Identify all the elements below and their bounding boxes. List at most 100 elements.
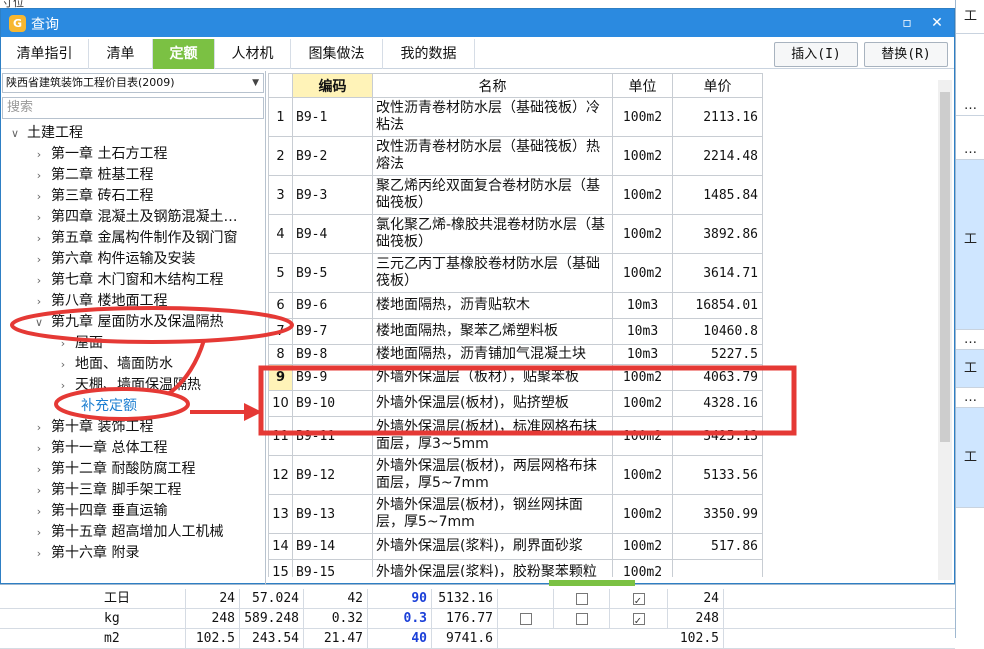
tree-node-chapter[interactable]: › 第十六章 附录 bbox=[33, 543, 140, 564]
table-row[interactable]: 2 B9-2 改性沥青卷材防水层（基础筏板）热熔法 100m2 2214.48 bbox=[268, 136, 763, 176]
tree-node-label: 第五章 金属构件制作及钢门窗 bbox=[51, 230, 238, 246]
chevron-right-icon: › bbox=[36, 232, 42, 245]
table-row-selected[interactable]: 9 B9-9 外墙外保温层（板材），贴聚苯板 100m2 4063.79 bbox=[268, 364, 763, 391]
left-tree-panel: 陕西省建筑装饰工程价目表(2009) ▼ 搜索 ∨ 土建工程 › 第一章 土石方工程… bbox=[1, 71, 266, 585]
table-row[interactable]: 4 B9-4 氯化聚乙烯-橡胶共混卷材防水层（基础筏板） 100m2 3892.86 bbox=[268, 214, 763, 254]
bg-check[interactable] bbox=[554, 589, 610, 609]
bg-cell: 243.54 bbox=[240, 629, 304, 649]
table-row[interactable]: 1 B9-1 改性沥青卷材防水层（基础筏板）冷粘法 100m2 2113.16 bbox=[268, 97, 763, 137]
row-price: 4063.79 bbox=[672, 364, 763, 391]
header-name[interactable]: 名称 bbox=[372, 73, 613, 98]
bg-cell: 24 bbox=[186, 589, 240, 609]
replace-button[interactable]: 替换(R) bbox=[864, 42, 948, 67]
row-code: B9-7 bbox=[292, 318, 373, 345]
tree-node-chapter[interactable]: › 第五章 金属构件制作及钢门窗 bbox=[33, 228, 238, 249]
row-name: 外墙外保温层(板材)，贴挤塑板 bbox=[372, 390, 613, 417]
chevron-right-icon: › bbox=[36, 295, 42, 308]
row-index: 13 bbox=[268, 494, 293, 534]
table-row[interactable]: 5 B9-5 三元乙丙丁基橡胶卷材防水层（基础筏板） 100m2 3614.71 bbox=[268, 253, 763, 293]
row-index: 4 bbox=[268, 214, 293, 254]
tree-node-chapter[interactable]: › 第十四章 垂直运输 bbox=[33, 501, 168, 522]
restore-icon[interactable]: ▫ bbox=[897, 13, 917, 33]
chapter-tree: ∨ 土建工程 › 第一章 土石方工程 › 第二章 桩基工程 › 第三章 砖石工程 › 第四… bbox=[1, 123, 265, 583]
row-index: 15 bbox=[268, 559, 293, 577]
table-row[interactable]: 14 B9-14 外墙外保温层(浆料)，刷界面砂浆 100m2 517.86 bbox=[268, 533, 763, 560]
table-row[interactable]: 15 B9-15 外墙外保温层(浆料)，胶粉聚苯颗粒 100m2 bbox=[268, 559, 763, 577]
tree-node-sub[interactable]: › 屋面 bbox=[57, 333, 103, 354]
tree-node-chapter[interactable]: › 第一章 土石方工程 bbox=[33, 144, 168, 165]
bg-check[interactable] bbox=[498, 589, 554, 609]
tab-atlas-method[interactable]: 图集做法 bbox=[291, 39, 383, 69]
tree-node-chapter[interactable]: › 第十二章 耐酸防腐工程 bbox=[33, 459, 196, 480]
table-row[interactable]: 10 B9-10 外墙外保温层(板材)，贴挤塑板 100m2 4328.16 bbox=[268, 390, 763, 417]
header-code[interactable]: 编码 bbox=[292, 73, 373, 98]
row-unit: 100m2 bbox=[612, 136, 673, 176]
table-row[interactable]: 6 B9-6 楼地面隔热，沥青贴软木 10m3 16854.01 bbox=[268, 292, 763, 319]
table-row[interactable]: 12 B9-12 外墙外保温层(板材)，两层网格布抹面层，厚5~7mm 100m2 51… bbox=[268, 455, 763, 495]
row-price: 3892.86 bbox=[672, 214, 763, 254]
chevron-right-icon: › bbox=[60, 337, 66, 350]
tree-node-chapter[interactable]: › 第十三章 脚手架工程 bbox=[33, 480, 182, 501]
tree-node-chapter[interactable]: › 第四章 混凝土及钢筋混凝土… bbox=[33, 207, 238, 228]
tree-node-sub[interactable]: › 地面、墙面防水 bbox=[57, 354, 173, 375]
tree-node-chapter[interactable]: › 第六章 构件运输及安装 bbox=[33, 249, 196, 270]
tree-node-chapter[interactable]: › 第二章 桩基工程 bbox=[33, 165, 154, 186]
row-unit: 100m2 bbox=[612, 455, 673, 495]
panel-splitter-handle[interactable] bbox=[549, 580, 635, 586]
tab-list[interactable]: 清单 bbox=[89, 39, 153, 69]
row-price: 517.86 bbox=[672, 533, 763, 560]
bg-cell: 248 bbox=[186, 609, 240, 629]
library-select[interactable]: 陕西省建筑装饰工程价目表(2009) ▼ bbox=[2, 73, 264, 93]
tree-node-label: 第四章 混凝土及钢筋混凝土… bbox=[51, 209, 238, 225]
tree-node-chapter[interactable]: › 第七章 木门窗和木结构工程 bbox=[33, 270, 224, 291]
tree-node-chapter[interactable]: › 第十章 装饰工程 bbox=[33, 417, 154, 438]
checkbox[interactable] bbox=[575, 612, 588, 625]
search-input[interactable]: 搜索 bbox=[2, 97, 264, 119]
tree-node-sub[interactable]: › 天棚、墙面保温隔热 bbox=[57, 375, 201, 396]
tab-my-data[interactable]: 我的数据 bbox=[383, 39, 475, 69]
tab-labor-material[interactable]: 人材机 bbox=[215, 39, 291, 69]
tree-node-supplement[interactable]: 补充定额 bbox=[81, 396, 137, 417]
chevron-right-icon: › bbox=[36, 274, 42, 287]
checkbox[interactable] bbox=[519, 612, 532, 625]
table-row[interactable]: 3 B9-3 聚乙烯丙纶双面复合卷材防水层（基础筏板） 100m2 1485.84 bbox=[268, 175, 763, 215]
row-index: 8 bbox=[268, 344, 293, 365]
app-logo-icon: G bbox=[9, 15, 26, 32]
checkbox-checked[interactable] bbox=[632, 591, 645, 611]
bg-check[interactable] bbox=[610, 589, 668, 611]
bg-cell: 9741.6 bbox=[432, 629, 498, 649]
tree-node-root[interactable]: ∨ 土建工程 bbox=[9, 123, 83, 144]
header-unit[interactable]: 单位 bbox=[612, 73, 673, 98]
row-unit: 100m2 bbox=[612, 214, 673, 254]
row-name: 改性沥青卷材防水层（基础筏板）热熔法 bbox=[372, 136, 613, 176]
table-row[interactable]: 13 B9-13 外墙外保温层(板材)，钢丝网抹面层，厚5~7mm 100m2 3350… bbox=[268, 494, 763, 534]
checkbox-checked[interactable] bbox=[632, 611, 645, 631]
close-icon[interactable]: ✕ bbox=[927, 13, 947, 33]
dialog-title-bar[interactable]: G 查询 ▫ ✕ bbox=[1, 9, 954, 37]
row-name: 氯化聚乙烯-橡胶共混卷材防水层（基础筏板） bbox=[372, 214, 613, 254]
checkbox[interactable] bbox=[575, 592, 588, 605]
row-name: 改性沥青卷材防水层（基础筏板）冷粘法 bbox=[372, 97, 613, 137]
table-row[interactable]: 7 B9-7 楼地面隔热，聚苯乙烯塑料板 10m3 10460.8 bbox=[268, 318, 763, 345]
tab-quota[interactable]: 定额 bbox=[153, 39, 215, 69]
tree-node-label: 屋面 bbox=[75, 335, 103, 351]
tree-node-chapter-open[interactable]: ∨ 第九章 屋面防水及保温隔热 bbox=[33, 312, 223, 333]
bg-check[interactable] bbox=[498, 609, 554, 629]
tab-list-guide[interactable]: 清单指引 bbox=[1, 39, 89, 69]
insert-button[interactable]: 插入(I) bbox=[774, 42, 858, 67]
row-price: 10460.8 bbox=[672, 318, 763, 345]
tree-node-chapter[interactable]: › 第十五章 超高增加人工机械 bbox=[33, 522, 224, 543]
bg-check[interactable] bbox=[610, 609, 668, 631]
row-index: 1 bbox=[268, 97, 293, 137]
bg-check[interactable] bbox=[554, 609, 610, 629]
row-code: B9-2 bbox=[292, 136, 373, 176]
tree-node-chapter[interactable]: › 第十一章 总体工程 bbox=[33, 438, 168, 459]
bg-cell: 102.5 bbox=[668, 629, 724, 649]
tree-node-chapter[interactable]: › 第三章 砖石工程 bbox=[33, 186, 154, 207]
table-row[interactable]: 8 B9-8 楼地面隔热，沥青铺加气混凝土块 10m3 5227.5 bbox=[268, 344, 763, 365]
table-scrollbar[interactable] bbox=[938, 80, 952, 580]
table-row[interactable]: 11 B9-11 外墙外保温层(板材)，标准网格布抹面层，厚3~5mm 100m2 34… bbox=[268, 416, 763, 456]
scrollbar-thumb[interactable] bbox=[940, 92, 950, 442]
tree-node-chapter[interactable]: › 第八章 楼地面工程 bbox=[33, 291, 168, 312]
header-price[interactable]: 单价 bbox=[672, 73, 763, 98]
